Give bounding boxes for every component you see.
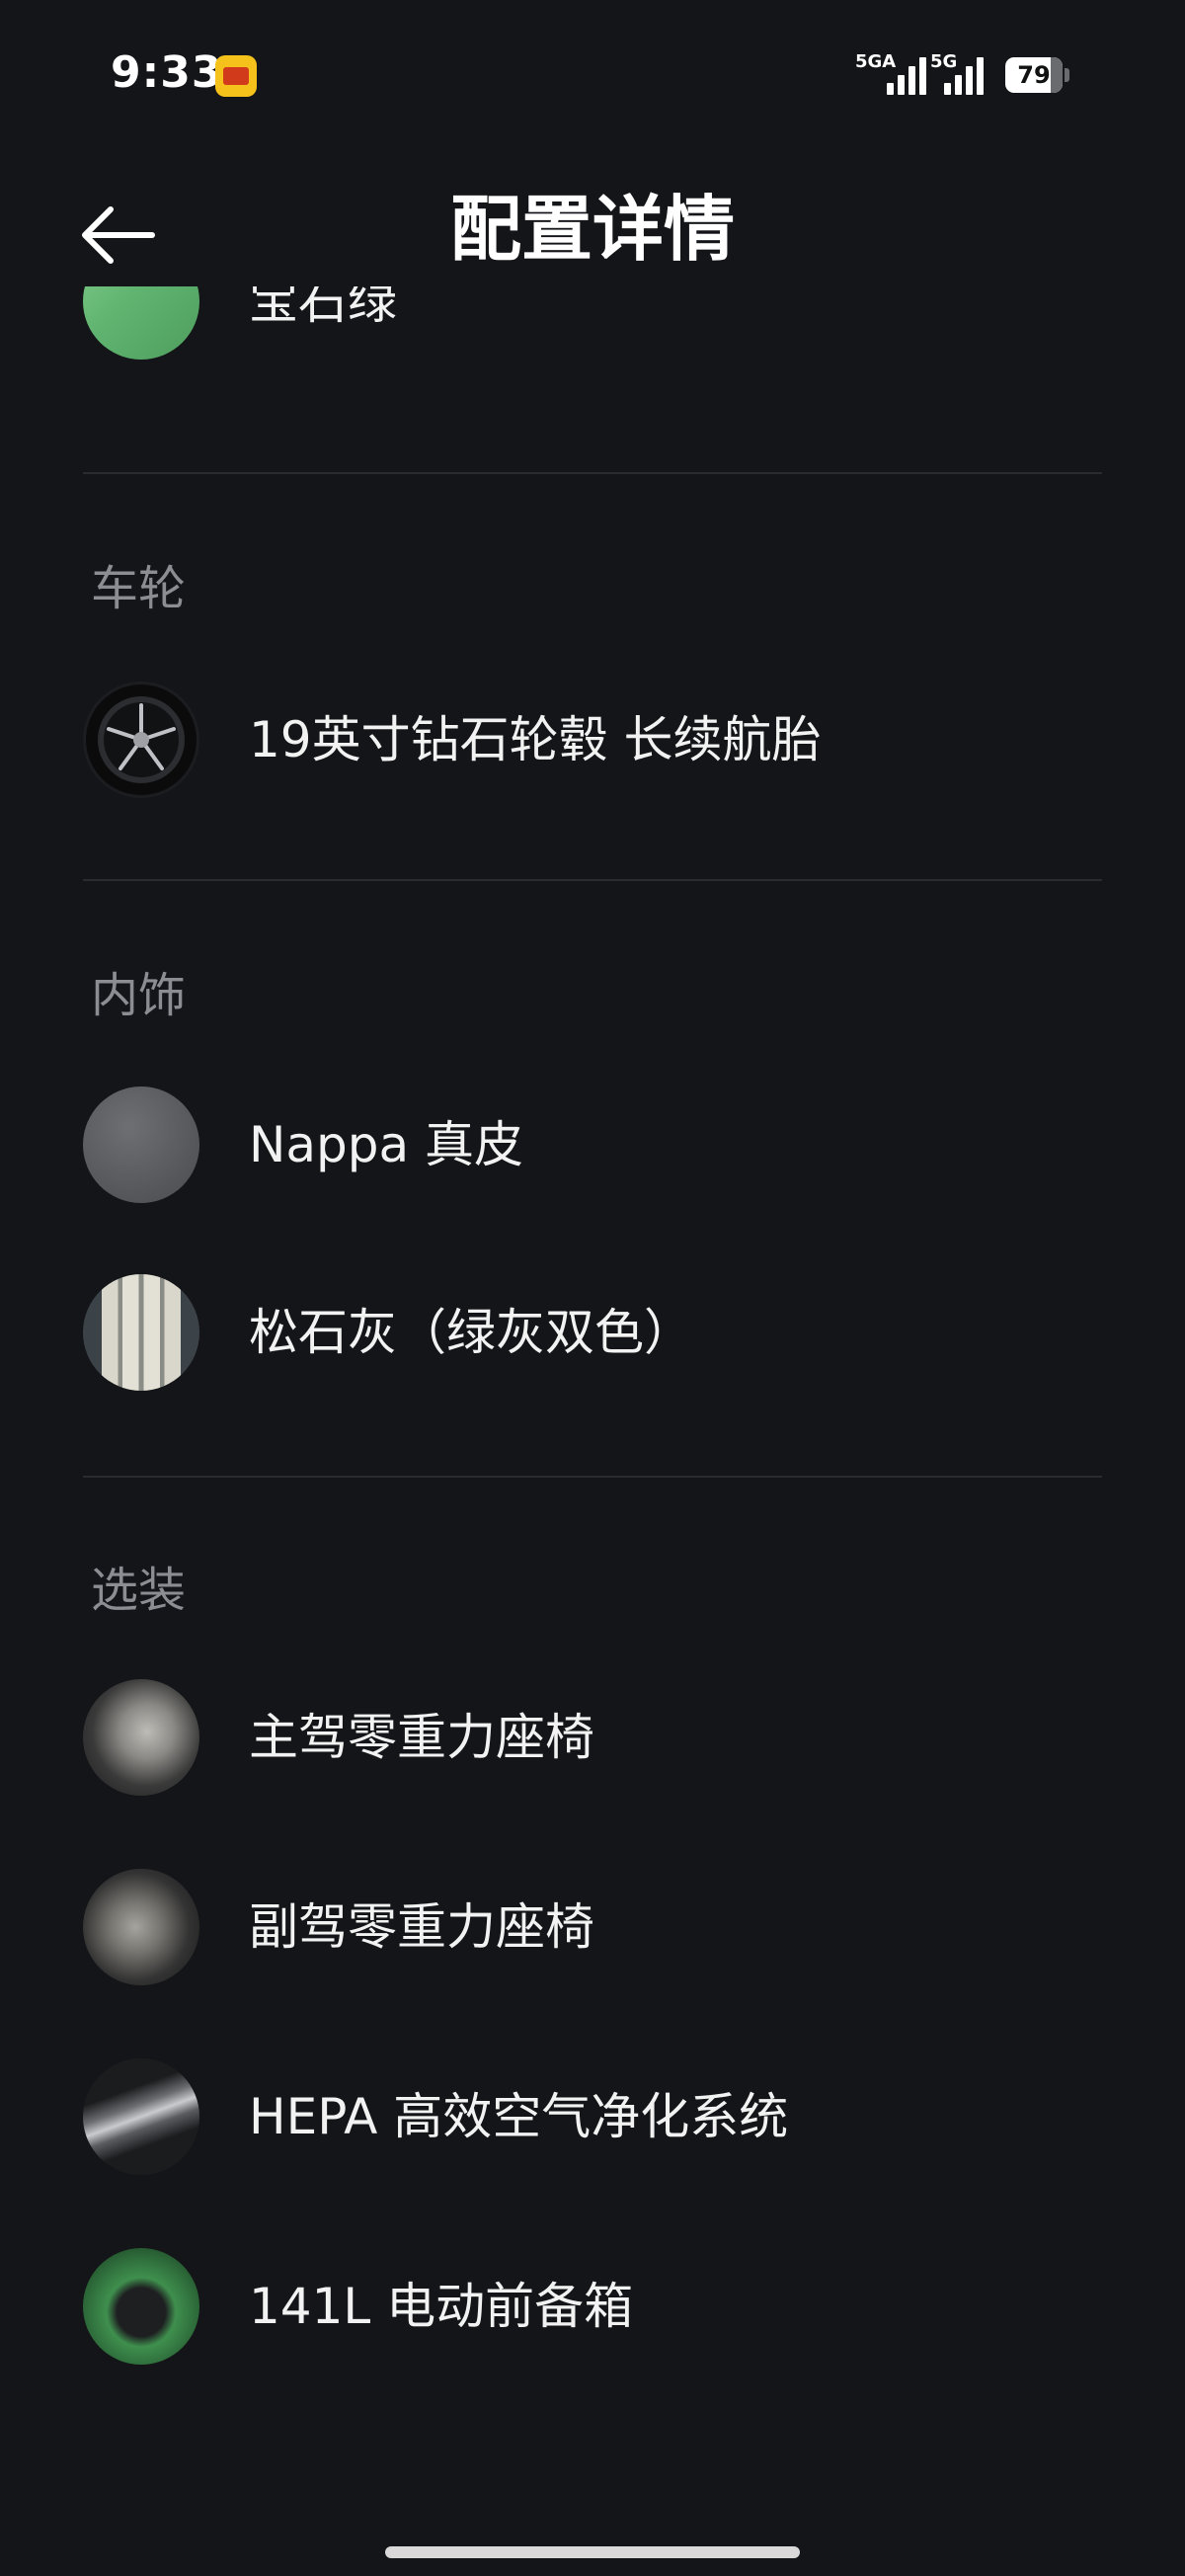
divider	[83, 1476, 1102, 1478]
front-trunk-icon	[83, 2248, 199, 2365]
status-bar: 9:33 5GA 5G 79	[0, 0, 1185, 148]
option-label: 主驾零重力座椅	[249, 1709, 594, 1766]
battery-percent: 79	[1017, 61, 1051, 89]
driver-seat-icon	[83, 1679, 199, 1796]
section-title-wheels: 车轮	[91, 561, 187, 616]
divider	[83, 879, 1102, 881]
option-label: 副驾零重力座椅	[249, 1898, 594, 1956]
passenger-seat-icon	[83, 1869, 199, 1985]
divider	[83, 472, 1102, 474]
wheel-label: 19英寸钻石轮毂 长续航胎	[249, 711, 822, 768]
section-title-options: 选装	[91, 1563, 187, 1618]
option-item[interactable]: 141L 电动前备箱	[83, 2248, 1110, 2367]
air-filter-icon	[83, 2058, 199, 2175]
wheel-item[interactable]: 19英寸钻石轮毂 长续航胎	[83, 682, 1110, 800]
page-title: 配置详情	[449, 188, 735, 271]
page-header: 配置详情	[0, 158, 1185, 286]
interior-material-item[interactable]: Nappa 真皮	[83, 1087, 1110, 1205]
config-details-screen: 9:33 5GA 5G 79 配置详情 宝石绿 车轮 19英寸钻石轮毂 长续航胎…	[0, 0, 1185, 2576]
app-notification-icon	[215, 55, 257, 97]
interior-material-label: Nappa 真皮	[249, 1116, 524, 1173]
seat-color-icon	[83, 1274, 199, 1391]
battery-icon: 79	[1005, 57, 1070, 93]
signal-5g-icon: 5G	[930, 51, 991, 95]
option-item[interactable]: 主驾零重力座椅	[83, 1679, 1110, 1798]
section-title-interior: 内饰	[91, 968, 187, 1023]
option-item[interactable]: HEPA 高效空气净化系统	[83, 2058, 1110, 2177]
option-label: 141L 电动前备箱	[249, 2278, 634, 2335]
signal-5ga-icon: 5GA	[855, 51, 934, 95]
status-time: 9:33	[111, 47, 223, 98]
wheel-icon	[83, 682, 199, 798]
leather-texture-icon	[83, 1087, 199, 1203]
home-indicator[interactable]	[385, 2546, 800, 2558]
interior-color-label: 松石灰（绿灰双色）	[249, 1304, 693, 1361]
interior-color-item[interactable]: 松石灰（绿灰双色）	[83, 1274, 1110, 1393]
option-label: HEPA 高效空气净化系统	[249, 2088, 789, 2145]
option-item[interactable]: 副驾零重力座椅	[83, 1869, 1110, 1987]
